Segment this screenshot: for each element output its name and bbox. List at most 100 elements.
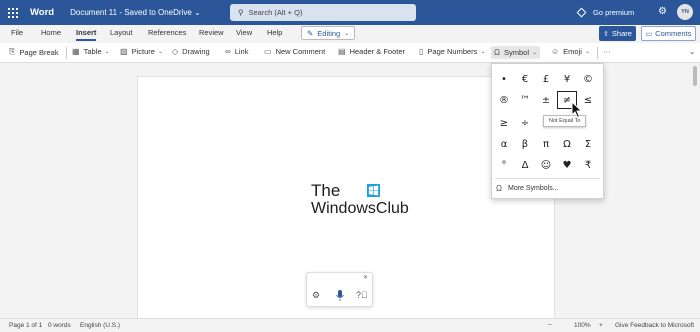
ribbon-divider (597, 47, 598, 59)
mouse-pointer-icon (571, 101, 583, 119)
app-launcher-icon[interactable] (8, 7, 18, 18)
page-break-label: Page Break (19, 47, 59, 57)
zoom-out-button[interactable]: − (548, 322, 552, 329)
document-title-text: Document 11 - Saved to OneDrive (70, 8, 192, 17)
comments-button[interactable]: ▭ Comments (641, 26, 696, 41)
picture-button[interactable]: ▨ Picture ⌄ (120, 47, 163, 56)
thewindowsclub-logo: The WindowsClub (311, 182, 409, 218)
link-label: Link (234, 47, 249, 56)
search-box[interactable]: ⚲ Search (Alt + Q) (230, 4, 416, 21)
more-options-icon: ··· (603, 47, 611, 56)
zoom-level[interactable]: 100% (574, 322, 591, 329)
new-comment-button[interactable]: ▭ New Comment (264, 47, 325, 56)
settings-gear-icon[interactable]: ⚙ (312, 290, 320, 301)
comment-icon: ▭ (645, 30, 653, 38)
help-icon[interactable]: ?⃝ (356, 290, 368, 300)
symbol-yen[interactable]: ¥ (557, 70, 577, 88)
menu-bar: File Home Insert Layout References Revie… (0, 25, 700, 42)
tab-view[interactable]: View (236, 28, 252, 37)
share-button[interactable]: ⇪ Share (599, 26, 636, 41)
header-footer-button[interactable]: ▤ Header & Footer (338, 47, 405, 56)
page-numbers-button[interactable]: ▯ Page Numbers ⌄ (419, 47, 485, 56)
symbol-delta[interactable]: Δ (515, 156, 535, 174)
go-premium-button[interactable]: Go premium (576, 7, 635, 18)
omega-icon: Ω (494, 48, 500, 57)
symbol-pi[interactable]: π (536, 135, 556, 153)
symbol-smiley[interactable]: ☺ (536, 156, 556, 174)
microphone-icon[interactable] (336, 290, 344, 301)
new-comment-label: New Comment (275, 47, 326, 56)
chevron-down-icon: ⌄ (157, 49, 163, 55)
page-break-button[interactable]: ⎘ Page Break (9, 47, 59, 57)
chevron-down-icon: ⌄ (480, 49, 486, 55)
diamond-icon (576, 7, 587, 18)
tab-review[interactable]: Review (199, 28, 224, 37)
scrollbar-thumb[interactable] (693, 66, 697, 86)
link-icon: ∞ (225, 47, 231, 56)
editing-mode-button[interactable]: ✎ Editing ⌄ (301, 26, 356, 40)
header-footer-label: Header & Footer (349, 47, 406, 56)
editing-label: Editing (317, 28, 341, 38)
tab-file[interactable]: File (11, 28, 23, 37)
page-break-icon: ⎘ (9, 47, 16, 56)
chevron-down-icon: ⌄ (104, 49, 110, 55)
chevron-down-icon: ⌄ (194, 8, 201, 17)
symbol-sigma[interactable]: Σ (578, 135, 598, 153)
symbol-rupee[interactable]: ₹ (578, 156, 598, 174)
logo-line2: WindowsClub (311, 200, 409, 217)
symbol-pound[interactable]: £ (536, 70, 556, 88)
language[interactable]: English (U.S.) (80, 322, 120, 329)
link-button[interactable]: ∞ Link (225, 47, 248, 56)
symbol-omega[interactable]: Ω (557, 135, 577, 153)
comments-label: Comments (655, 29, 692, 38)
ribbon-collapse-icon[interactable]: ⌄ (689, 47, 695, 56)
picture-icon: ▨ (120, 47, 128, 56)
avatar[interactable]: YN (677, 4, 693, 20)
more-symbols-button[interactable]: Ω More Symbols... (496, 184, 559, 193)
comment-icon: ▭ (264, 47, 272, 56)
page-numbers-icon: ▯ (419, 47, 424, 56)
symbol-heart[interactable]: ♥ (557, 156, 577, 174)
tab-help[interactable]: Help (267, 28, 282, 37)
symbol-euro[interactable]: € (515, 70, 535, 88)
tab-references[interactable]: References (148, 28, 186, 37)
search-placeholder: Search (Alt + Q) (248, 8, 303, 17)
app-name[interactable]: Word (30, 7, 54, 18)
tab-home[interactable]: Home (41, 28, 61, 37)
table-button[interactable]: ▦ Table ⌄ (72, 47, 110, 56)
windows-logo-icon (367, 184, 380, 197)
symbol-alpha[interactable]: α (494, 135, 514, 153)
symbol-registered[interactable]: ® (494, 91, 514, 109)
status-bar: Page 1 of 1 0 words English (U.S.) − 100… (0, 318, 700, 332)
smiley-icon: ☺ (551, 47, 560, 56)
symbol-beta[interactable]: β (515, 135, 535, 153)
word-count: 0 words (48, 322, 71, 329)
drawing-label: Drawing (182, 47, 210, 56)
document-title[interactable]: Document 11 - Saved to OneDrive ⌄ (70, 8, 201, 17)
symbol-bullet[interactable]: • (494, 70, 514, 88)
emoji-button[interactable]: ☺ Emoji ⌄ (551, 47, 590, 56)
symbol-trademark[interactable]: ™ (515, 91, 535, 109)
close-icon[interactable]: ✕ (363, 274, 368, 281)
go-premium-label: Go premium (593, 8, 635, 17)
drawing-button[interactable]: ◇ Drawing (172, 47, 210, 56)
table-label: Table (83, 47, 102, 56)
tab-insert[interactable]: Insert (76, 28, 97, 41)
symbol-copyright[interactable]: © (578, 70, 598, 88)
chevron-down-icon: ⌄ (584, 49, 590, 55)
settings-gear-icon[interactable]: ⚙ (658, 6, 667, 17)
tab-layout[interactable]: Layout (110, 28, 133, 37)
feedback-link[interactable]: Give Feedback to Microsoft (615, 322, 694, 329)
vertical-scrollbar[interactable] (692, 64, 698, 318)
symbol-divide[interactable]: ÷ (515, 114, 535, 132)
search-icon: ⚲ (238, 8, 244, 17)
zoom-in-button[interactable]: + (599, 322, 603, 329)
symbol-greater-equal[interactable]: ≥ (494, 114, 514, 132)
share-label: Share (611, 29, 632, 38)
symbol-degree[interactable]: ° (494, 156, 514, 174)
ribbon-toolbar: ⎘ Page Break ▦ Table ⌄ ▨ Picture ⌄ ◇ Dra… (0, 43, 700, 63)
more-options-button[interactable]: ··· (603, 47, 611, 56)
pencil-icon: ✎ (307, 28, 314, 38)
symbol-button[interactable]: Ω Symbol ⌄ (491, 46, 541, 59)
symbol-plus-minus[interactable]: ± (536, 91, 556, 109)
